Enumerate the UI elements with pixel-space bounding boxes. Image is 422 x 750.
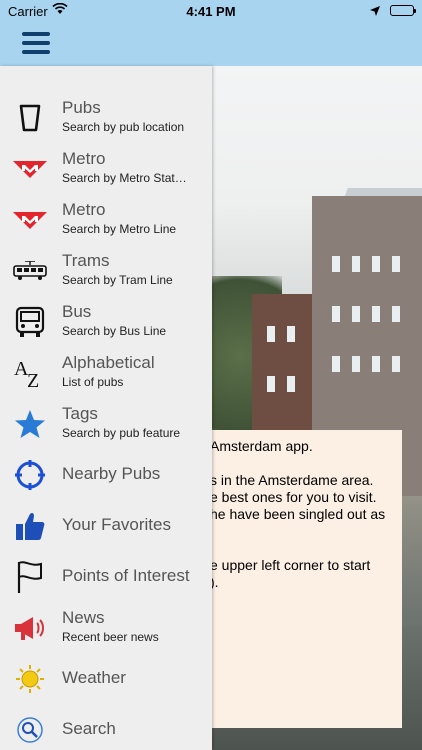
magnifier-icon [12,712,48,748]
welcome-line: s in the Amsterdame area. [212,472,374,488]
welcome-line: ). [212,574,219,590]
menu-item-search[interactable]: Search [0,704,212,750]
svg-text:Z: Z [27,370,39,389]
menu-item-title: News [62,608,105,627]
menu-item-trams[interactable]: Trams Search by Tram Line [0,245,212,296]
welcome-line: e best ones for you to visit. [212,489,377,505]
star-icon [12,406,48,442]
tram-icon [12,253,48,289]
megaphone-icon [12,610,48,646]
menu-item-bus[interactable]: Bus Search by Bus Line [0,296,212,347]
menu-item-favorites[interactable]: Your Favorites [0,500,212,551]
menu-toggle-button[interactable] [22,32,50,54]
menu-item-title: Points of Interest [62,566,190,585]
status-bar: Carrier 4:41 PM [0,0,422,22]
menu-item-title: Weather [62,668,126,687]
welcome-line: he have been singled out as [212,506,386,522]
menu-item-subtitle: Recent beer news [62,630,159,644]
metro-logo-icon [12,151,48,187]
sun-icon [12,661,48,697]
menu-item-alphabetical[interactable]: AZ Alphabetical List of pubs [0,347,212,398]
az-icon: AZ [12,355,48,391]
welcome-line: Amsterdam app. [212,438,313,454]
menu-item-title: Tags [62,404,98,423]
menu-item-title: Alphabetical [62,353,155,372]
menu-item-subtitle: Search by pub location [62,120,185,134]
menu-item-title: Search [62,719,116,738]
nav-bar: Carrier 4:41 PM [0,0,422,66]
menu-item-subtitle: List of pubs [62,375,124,389]
location-target-icon [12,457,48,493]
clock: 4:41 PM [186,4,236,19]
welcome-card: Amsterdam app. s in the Amsterdame area.… [212,430,402,728]
location-arrow-icon [370,4,380,19]
side-menu: Pubs Search by pub location Metro Search… [0,66,212,750]
menu-item-nearby-pubs[interactable]: Nearby Pubs [0,449,212,500]
menu-item-title: Trams [62,251,110,270]
menu-item-subtitle: Search by Metro Line [62,222,177,236]
menu-item-pubs[interactable]: Pubs Search by pub location [0,92,212,143]
metro-logo-icon [12,202,48,238]
menu-item-weather[interactable]: Weather [0,653,212,704]
menu-item-title: Your Favorites [62,515,171,534]
battery-icon [390,5,416,16]
menu-item-points-of-interest[interactable]: Points of Interest [0,551,212,602]
menu-item-title: Bus [62,302,92,321]
menu-item-news[interactable]: News Recent beer news [0,602,212,653]
menu-item-title: Pubs [62,98,101,117]
pint-glass-icon [12,100,48,136]
menu-item-subtitle: Search by Metro Stat… [62,171,187,185]
menu-item-subtitle: Search by Tram Line [62,273,173,287]
menu-item-metro-line[interactable]: Metro Search by Metro Line [0,194,212,245]
menu-item-tags[interactable]: Tags Search by pub feature [0,398,212,449]
menu-item-subtitle: Search by pub feature [62,426,181,440]
menu-item-subtitle: Search by Bus Line [62,324,167,338]
menu-item-title: Nearby Pubs [62,464,161,483]
menu-item-metro-station[interactable]: Metro Search by Metro Stat… [0,143,212,194]
bus-icon [12,304,48,340]
flag-icon [12,559,48,595]
menu-item-title: Metro [62,200,106,219]
thumbs-up-icon [12,508,48,544]
welcome-line: e upper left corner to start [212,557,371,573]
menu-item-title: Metro [62,149,106,168]
